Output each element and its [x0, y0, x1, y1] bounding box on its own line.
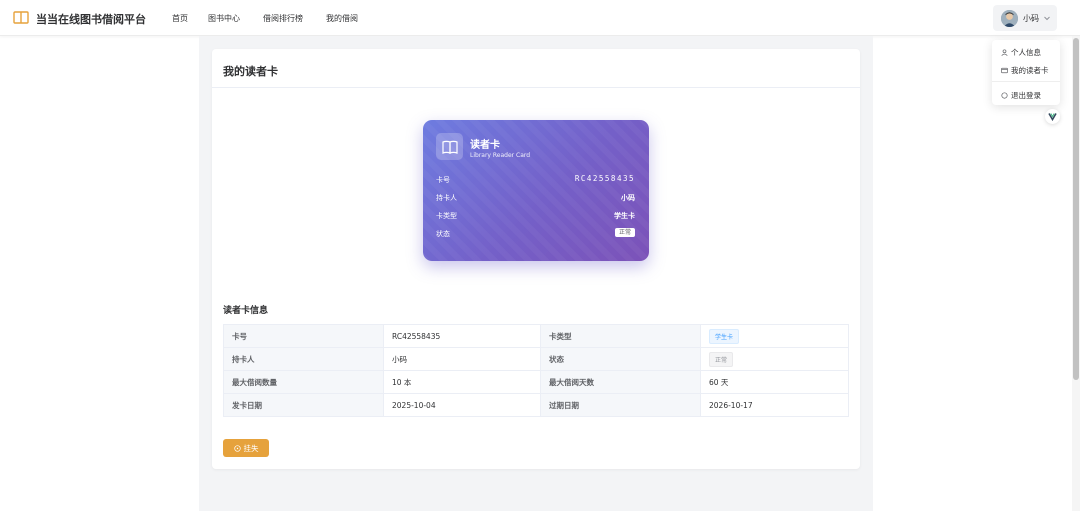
card-number-value: RC42558435 [574, 174, 635, 183]
card-status-label: 状态 [436, 230, 450, 238]
report-loss-button[interactable]: 挂失 [223, 439, 269, 457]
panel-divider [212, 87, 860, 88]
site-title: 当当在线图书借阅平台 [36, 13, 146, 26]
open-book-icon [436, 133, 463, 160]
vx-floating-icon[interactable] [1045, 109, 1060, 124]
table-value-cell: 学生卡 [700, 324, 849, 348]
status-tag: 正常 [709, 351, 734, 367]
table-label: 卡号 [223, 324, 384, 348]
table-value: 10 本 [383, 370, 541, 394]
table-row: 卡号 RC42558435 卡类型 学生卡 [223, 324, 849, 348]
user-dropdown-menu: 个人信息 我的读者卡 退出登录 [992, 40, 1060, 105]
menu-item-label: 退出登录 [1011, 91, 1041, 100]
nav-book-center[interactable]: 图书中心 [208, 13, 240, 24]
user-menu-button[interactable]: 小码 [993, 5, 1057, 31]
reader-card-panel: 我的读者卡 读者卡 Library Reader Card 卡号 RC42558… [212, 49, 860, 469]
table-label: 持卡人 [223, 347, 384, 371]
menu-divider [992, 81, 1060, 82]
table-value: 60 天 [700, 370, 849, 394]
card-type-tag: 学生卡 [709, 328, 740, 344]
table-label: 状态 [540, 347, 701, 371]
table-value: 小码 [383, 347, 541, 371]
scrollbar-thumb[interactable] [1073, 38, 1079, 380]
info-section-title: 读者卡信息 [223, 306, 269, 316]
reader-card-info-table: 卡号 RC42558435 卡类型 学生卡 持卡人 小码 状态 正常 最大借阅数… [223, 324, 849, 417]
avatar [1001, 9, 1018, 27]
table-label: 最大借阅数量 [223, 370, 384, 394]
menu-item-label: 个人信息 [1011, 48, 1041, 57]
card-subtitle: Library Reader Card [470, 152, 531, 159]
nav-borrow-ranking[interactable]: 借阅排行榜 [263, 13, 303, 24]
warning-circle-icon [233, 444, 241, 452]
table-value: RC42558435 [383, 324, 541, 348]
card-holder-value: 小码 [621, 194, 635, 202]
report-loss-label: 挂失 [243, 443, 259, 453]
table-value: 2026-10-17 [700, 393, 849, 417]
table-row: 最大借阅数量 10 本 最大借阅天数 60 天 [223, 370, 849, 394]
card-title: 读者卡 [470, 140, 500, 151]
table-label: 发卡日期 [223, 393, 384, 417]
card-number-label: 卡号 [436, 176, 450, 184]
nav-my-borrows[interactable]: 我的借阅 [326, 13, 358, 24]
menu-item-profile[interactable]: 个人信息 [1001, 47, 1041, 58]
menu-item-label: 我的读者卡 [1011, 66, 1049, 75]
menu-item-reader-card[interactable]: 我的读者卡 [1001, 65, 1049, 76]
logout-icon [1001, 92, 1008, 99]
table-label: 过期日期 [540, 393, 701, 417]
user-icon [1001, 49, 1008, 56]
table-value: 2025-10-04 [383, 393, 541, 417]
card-holder-label: 持卡人 [436, 194, 457, 202]
card-icon [1001, 67, 1008, 74]
table-row: 持卡人 小码 状态 正常 [223, 347, 849, 371]
table-value-cell: 正常 [700, 347, 849, 371]
table-row: 发卡日期 2025-10-04 过期日期 2026-10-17 [223, 393, 849, 417]
table-label: 卡类型 [540, 324, 701, 348]
nav-home[interactable]: 首页 [172, 13, 188, 24]
user-name: 小码 [1023, 13, 1039, 23]
card-status-wrap: 正常 [614, 227, 635, 237]
menu-item-logout[interactable]: 退出登录 [1001, 90, 1041, 101]
page-title: 我的读者卡 [223, 65, 278, 78]
reader-card-visual: 读者卡 Library Reader Card 卡号 RC42558435 持卡… [423, 120, 649, 261]
status-badge: 正常 [614, 228, 635, 237]
chevron-down-icon [1044, 16, 1050, 21]
table-label: 最大借阅天数 [540, 370, 701, 394]
book-logo-icon [13, 11, 29, 24]
card-type-label: 卡类型 [436, 212, 457, 220]
card-type-value: 学生卡 [614, 212, 635, 220]
top-header: 当当在线图书借阅平台 首页 图书中心 借阅排行榜 我的借阅 小码 [0, 0, 1080, 36]
